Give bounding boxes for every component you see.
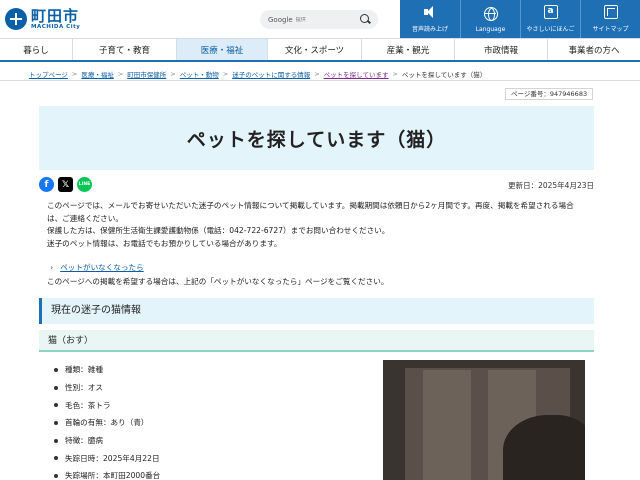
- search-input[interactable]: [295, 16, 366, 23]
- bullet-icon: [54, 385, 58, 390]
- breadcrumb-top[interactable]: トップページ: [29, 69, 68, 79]
- breadcrumb-separator: >: [314, 70, 320, 78]
- breadcrumb-searching[interactable]: ペットを探しています: [324, 69, 389, 79]
- sitemap-icon: [603, 5, 618, 19]
- globe-icon: [483, 7, 498, 21]
- fact-text: 失踪日時：2025年4月22日: [65, 453, 160, 463]
- nav-item-culture[interactable]: 文化・スポーツ: [268, 39, 362, 60]
- fact-text: 種類：雑種: [65, 365, 103, 375]
- breadcrumb-health-center[interactable]: 町田市保健所: [127, 69, 166, 79]
- bullet-icon: [54, 438, 58, 443]
- posting-note: このページへの掲載を希望する場合は、上記の「ペットがいなくなったら」ページをご覧…: [47, 277, 389, 286]
- bullet-icon: [54, 403, 58, 408]
- site-logo[interactable]: 町田市 MACHIDA City: [5, 5, 80, 33]
- read-aloud-label: 音声読み上げ: [411, 26, 448, 33]
- cat-photo: [383, 360, 585, 480]
- bullet-icon: [54, 473, 58, 478]
- logo-english: MACHIDA City: [31, 24, 81, 30]
- breadcrumb-pets[interactable]: ペット・動物: [180, 69, 219, 79]
- facebook-icon[interactable]: f: [39, 177, 54, 192]
- list-item: 毛色：茶トラ: [54, 396, 160, 414]
- x-icon[interactable]: 𝕏: [58, 177, 73, 192]
- page-title-box: ペットを探しています（猫）: [39, 106, 594, 170]
- easy-japanese-label: やさしいにほんご: [526, 26, 575, 33]
- fact-text: 特徴：臆病: [65, 436, 103, 446]
- pet-lost-link[interactable]: ペットがいなくなったら: [60, 262, 144, 273]
- breadcrumb-separator: >: [392, 70, 398, 78]
- site-search: Google: [260, 10, 378, 29]
- site-header: 町田市 MACHIDA City Google 音声読み上げ Language …: [0, 0, 640, 38]
- nav-item-business[interactable]: 事業者の方へ: [548, 39, 640, 60]
- sitemap-label: サイトマップ: [592, 26, 629, 33]
- page-number-badge: ページ番号：947946683: [505, 88, 594, 100]
- breadcrumb-separator: >: [71, 70, 78, 78]
- language-button[interactable]: Language: [460, 0, 520, 38]
- intro-line: 迷子のペット情報は、お電話でもお預かりしている場合があります。: [47, 238, 282, 248]
- city-emblem-icon: [5, 8, 27, 30]
- list-item: 特徴：臆病: [54, 432, 160, 450]
- section-heading: 現在の迷子の猫情報: [39, 298, 594, 324]
- cat-silhouette: [503, 415, 585, 480]
- speaker-icon: [423, 5, 437, 19]
- search-icon[interactable]: [360, 14, 369, 23]
- breadcrumb-separator: >: [170, 70, 176, 78]
- bullet-icon: [54, 420, 58, 425]
- nav-item-living[interactable]: 暮らし: [0, 39, 73, 60]
- breadcrumb-separator: >: [222, 70, 229, 78]
- cat-details-list: 種類：雑種 性別：オス 毛色：茶トラ 首輪の有無：あり（青） 特徴：臆病 失踪日…: [54, 361, 160, 480]
- subsection-heading: 猫（おす）: [39, 330, 594, 352]
- intro-text: このページでは、メールでお寄せいただいた迷子のペット情報について掲載しています。…: [47, 200, 587, 250]
- photo-panel: [423, 370, 471, 480]
- updated-date: 更新日：2025年4月23日: [508, 181, 594, 190]
- fact-text: 性別：オス: [65, 383, 103, 393]
- logo-japanese: 町田市: [31, 7, 80, 25]
- chevron-right-icon: ›: [50, 263, 54, 272]
- list-item: 種類：雑種: [54, 361, 160, 379]
- breadcrumb: トップページ > 医療・福祉 > 町田市保健所 > ペット・動物 > 迷子のペッ…: [29, 69, 486, 79]
- bullet-icon: [54, 367, 58, 372]
- nav-item-city-info[interactable]: 市政情報: [455, 39, 548, 60]
- share-buttons: f 𝕏 LINE: [39, 177, 92, 192]
- breadcrumb-divider: [0, 80, 640, 81]
- related-link: › ペットがいなくなったら: [50, 262, 144, 273]
- fact-text: 失踪場所：本町田2000番台: [65, 471, 161, 480]
- page-title: ペットを探しています（猫）: [186, 128, 447, 151]
- list-item: 失踪場所：本町田2000番台: [54, 467, 160, 480]
- nav-item-health[interactable]: 医療・福祉: [177, 39, 268, 60]
- intro-line: このページでは、メールでお寄せいただいた迷子のペット情報について掲載しています。…: [47, 201, 574, 223]
- fact-text: 毛色：茶トラ: [65, 400, 111, 410]
- breadcrumb-current: ペットを探しています（猫）: [401, 71, 487, 79]
- easy-japanese-icon: a: [543, 5, 558, 19]
- fact-text: 首輪の有無：あり（青）: [65, 418, 149, 428]
- easy-japanese-button[interactable]: a やさしいにほんご: [520, 0, 580, 38]
- list-item: 性別：オス: [54, 379, 160, 397]
- bullet-icon: [54, 456, 58, 461]
- language-label: Language: [475, 26, 506, 33]
- list-item: 失踪日時：2025年4月22日: [54, 449, 160, 467]
- nav-item-industry[interactable]: 産業・観光: [362, 39, 455, 60]
- breadcrumb-separator: >: [117, 70, 124, 78]
- list-item: 首輪の有無：あり（青）: [54, 414, 160, 432]
- sitemap-button[interactable]: サイトマップ: [580, 0, 640, 38]
- global-nav: 暮らし 子育て・教育 医療・福祉 文化・スポーツ 産業・観光 市政情報 事業者の…: [0, 38, 640, 62]
- read-aloud-button[interactable]: 音声読み上げ: [400, 0, 460, 38]
- search-provider-label: Google: [268, 15, 293, 24]
- breadcrumb-health[interactable]: 医療・福祉: [81, 69, 114, 79]
- nav-item-childcare[interactable]: 子育て・教育: [73, 39, 177, 60]
- line-icon[interactable]: LINE: [77, 177, 92, 192]
- breadcrumb-lost-pets[interactable]: 迷子のペットに関する情報: [232, 69, 310, 79]
- intro-line: 保護した方は、保健所生活衛生課愛護動物係（電話：042-722-6727）までお…: [47, 226, 390, 235]
